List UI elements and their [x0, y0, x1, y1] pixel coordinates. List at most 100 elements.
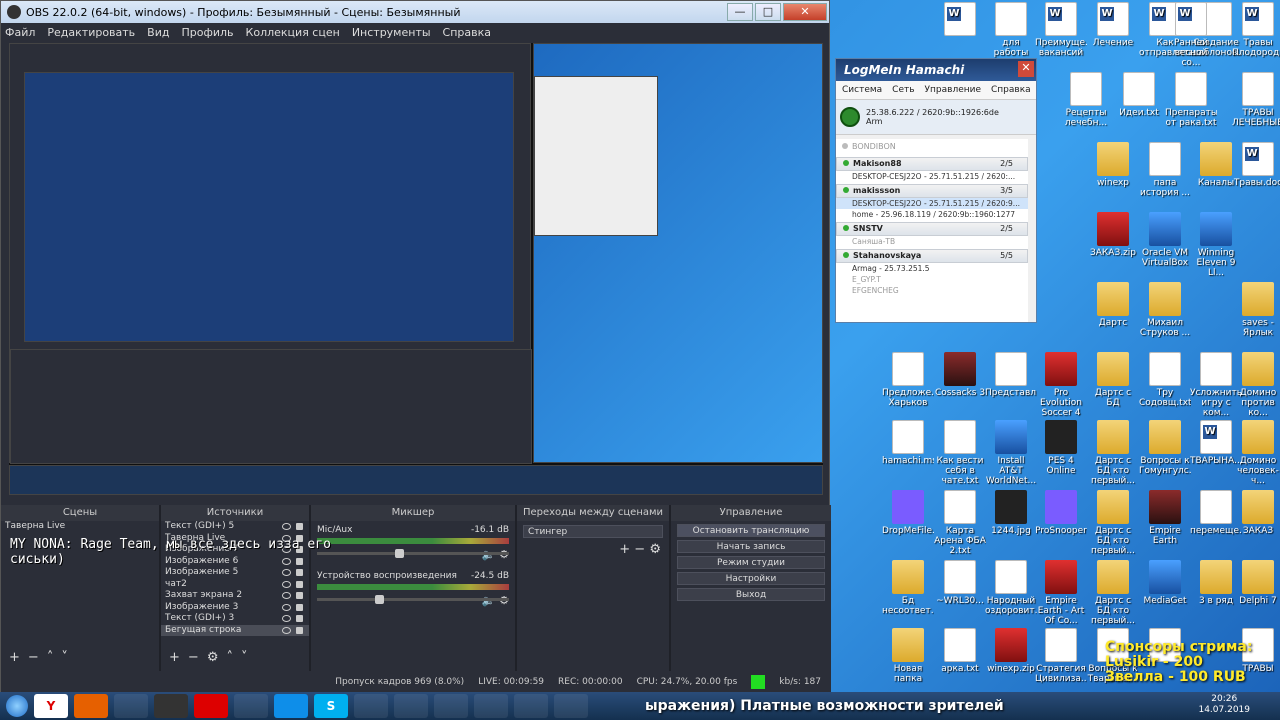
- source-item[interactable]: Захват экрана 2: [161, 590, 309, 602]
- remove-icon[interactable]: −: [28, 650, 39, 665]
- menu-manage[interactable]: Управление: [925, 85, 981, 95]
- eye-icon[interactable]: [282, 592, 291, 599]
- desktop-icon[interactable]: winexp: [1087, 142, 1139, 188]
- desktop-icon[interactable]: Winning Eleven 9 Ll...: [1190, 212, 1242, 278]
- skype-icon[interactable]: S: [314, 694, 348, 718]
- menu-view[interactable]: Вид: [147, 26, 169, 39]
- menu-network[interactable]: Сеть: [892, 85, 914, 95]
- game-icon-3[interactable]: [514, 694, 548, 718]
- desktop-icon[interactable]: Стратегия Цивилиза...: [1035, 628, 1087, 684]
- shield-icon[interactable]: [394, 694, 428, 718]
- maximize-button[interactable]: □: [755, 3, 781, 21]
- civ-icon[interactable]: [554, 694, 588, 718]
- add-icon[interactable]: +: [619, 542, 630, 557]
- desktop-icon[interactable]: Препараты от рака.txt: [1165, 72, 1217, 128]
- menu-scene-collection[interactable]: Коллекция сцен: [246, 26, 340, 39]
- lock-icon[interactable]: [296, 569, 303, 576]
- clock[interactable]: 20:26 14.07.2019: [1198, 694, 1250, 716]
- start-recording-button[interactable]: Начать запись: [677, 540, 825, 553]
- desktop-icon[interactable]: [934, 2, 986, 38]
- remove-icon[interactable]: −: [188, 650, 199, 665]
- peer-item[interactable]: DESKTOP-CESJ22O - 25.71.51.215 / 2620:..…: [836, 171, 1028, 182]
- slider-knob[interactable]: [375, 595, 384, 604]
- menu-tools[interactable]: Инструменты: [352, 26, 431, 39]
- menu-file[interactable]: Файл: [5, 26, 35, 39]
- desktop-icon[interactable]: 1244.jpg: [985, 490, 1037, 536]
- desktop-icon[interactable]: Михаил Струков ...: [1139, 282, 1191, 338]
- desktop-icon[interactable]: DropMeFile...: [882, 490, 934, 536]
- app-icon[interactable]: [234, 694, 268, 718]
- desktop-icon[interactable]: Pro Evolution Soccer 4: [1035, 352, 1087, 418]
- obs-icon[interactable]: [154, 694, 188, 718]
- game-icon-2[interactable]: [474, 694, 508, 718]
- desktop-icon[interactable]: Delphi 7: [1232, 560, 1280, 606]
- minimize-button[interactable]: —: [727, 3, 753, 21]
- eye-icon[interactable]: [282, 603, 291, 611]
- peer-item[interactable]: Armag - 25.73.251.5: [836, 263, 1028, 274]
- desktop-icon[interactable]: Домино против ко...: [1232, 352, 1280, 418]
- menu-edit[interactable]: Редактировать: [47, 26, 135, 39]
- hamachi-title[interactable]: LogMeIn Hamachi: [836, 59, 1036, 81]
- desktop-icon[interactable]: Дартс с БД: [1087, 352, 1139, 408]
- desktop-icon[interactable]: Ранней весной со...: [1165, 2, 1217, 68]
- desktop-icon[interactable]: saves - Ярлык: [1232, 282, 1280, 338]
- desktop-icon[interactable]: ТРАВЫ ЛЕЧЕБНЫЕ...: [1232, 72, 1280, 128]
- desktop-icon[interactable]: Empire Earth: [1139, 490, 1191, 546]
- desktop-icon[interactable]: ~WRL30...: [934, 560, 986, 606]
- close-icon[interactable]: ✕: [1018, 61, 1034, 77]
- monitor-icon[interactable]: [114, 694, 148, 718]
- peer-item[interactable]: DESKTOP-CESJ22O - 25.71.51.215 / 2620:9.…: [836, 198, 1028, 209]
- desktop-icon[interactable]: Тру Содовщ.txt: [1139, 352, 1191, 408]
- settings-button[interactable]: Настройки: [677, 572, 825, 585]
- desktop-icon[interactable]: PES 4 Online: [1035, 420, 1087, 476]
- stop-streaming-button[interactable]: Остановить трансляцию: [677, 524, 825, 537]
- desktop-icon[interactable]: Empire Earth - Art Of Co...: [1035, 560, 1087, 626]
- exit-button[interactable]: Выход: [677, 588, 825, 601]
- scene-item[interactable]: Таверна Live: [1, 521, 159, 533]
- transition-select[interactable]: Стингер: [523, 525, 663, 538]
- desktop-icon[interactable]: Дартс с БД кто первый...: [1087, 560, 1139, 626]
- lock-icon[interactable]: [296, 626, 303, 634]
- menu-profile[interactable]: Профиль: [181, 26, 233, 39]
- desktop-icon[interactable]: Домино человек-ч...: [1232, 420, 1280, 486]
- record-icon[interactable]: [194, 694, 228, 718]
- lock-icon[interactable]: [296, 592, 303, 599]
- yandex-icon[interactable]: Y: [34, 694, 68, 718]
- desktop-icon[interactable]: Oracle VM VirtualBox: [1139, 212, 1191, 268]
- desktop-icon[interactable]: Представл...: [985, 352, 1037, 398]
- desktop-icon[interactable]: Install AT&T WorldNet...: [985, 420, 1037, 486]
- down-icon[interactable]: ˅: [241, 650, 248, 665]
- desktop-icon[interactable]: Лечение: [1087, 2, 1139, 48]
- source-item[interactable]: чат2: [161, 579, 309, 591]
- media-icon[interactable]: [354, 694, 388, 718]
- volume-slider[interactable]: [317, 595, 509, 604]
- lock-icon[interactable]: [296, 580, 303, 588]
- desktop-icon[interactable]: Народный оздоровит...: [985, 560, 1037, 616]
- desktop-icon[interactable]: winexp.zip: [985, 628, 1037, 674]
- eye-icon[interactable]: [282, 569, 291, 576]
- peer-item[interactable]: Саняша-ТВ: [836, 236, 1028, 247]
- remove-icon[interactable]: −: [634, 542, 645, 557]
- lock-icon[interactable]: [296, 615, 303, 622]
- desktop-icon[interactable]: Как вести себя в чате.txt: [934, 420, 986, 486]
- network-group[interactable]: makissson 3/5: [836, 184, 1028, 198]
- desktop-icon[interactable]: Дартс: [1087, 282, 1139, 328]
- desktop-icon[interactable]: Новая папка: [882, 628, 934, 684]
- lock-icon[interactable]: [296, 603, 303, 611]
- power-icon[interactable]: [840, 107, 860, 127]
- desktop-icon[interactable]: Бд несоответ...: [882, 560, 934, 616]
- source-item[interactable]: Изображение 3: [161, 602, 309, 614]
- desktop-icon[interactable]: арка.txt: [934, 628, 986, 674]
- network-group[interactable]: SNSTV 2/5: [836, 222, 1028, 236]
- desktop-icon[interactable]: Травы.doc: [1232, 142, 1280, 188]
- menu-help[interactable]: Справка: [443, 26, 491, 39]
- game-icon[interactable]: [434, 694, 468, 718]
- desktop-icon[interactable]: Карта Арена ФБА 2.txt: [934, 490, 986, 556]
- add-icon[interactable]: +: [169, 650, 180, 665]
- desktop-icon[interactable]: Дартс с БД кто первый...: [1087, 490, 1139, 556]
- desktop-icon[interactable]: Идеи.txt: [1113, 72, 1165, 118]
- desktop-icon[interactable]: Предложе... Харьков: [882, 352, 934, 408]
- add-icon[interactable]: +: [9, 650, 20, 665]
- eye-icon[interactable]: [282, 626, 291, 634]
- studio-mode-button[interactable]: Режим студии: [677, 556, 825, 569]
